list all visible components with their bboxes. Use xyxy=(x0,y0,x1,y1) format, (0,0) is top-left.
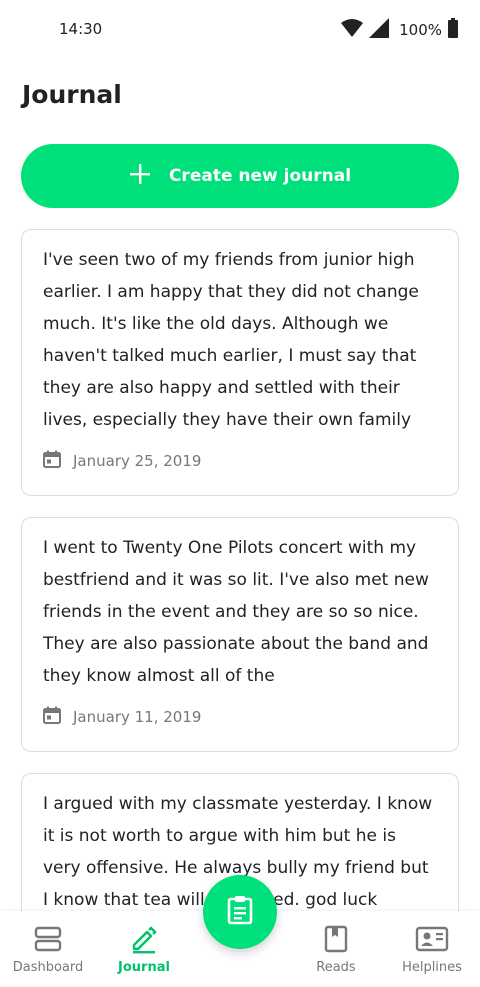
pencil-icon xyxy=(129,924,159,954)
plus-icon xyxy=(129,163,151,190)
battery-percent: 100% xyxy=(399,21,442,39)
wifi-icon xyxy=(341,19,364,41)
status-bar: 14:30 100% xyxy=(0,0,480,58)
nav-label-reads: Reads xyxy=(316,960,356,975)
nav-item-dashboard[interactable]: Dashboard xyxy=(0,911,96,987)
calendar-icon xyxy=(43,450,61,472)
page-title: Journal xyxy=(22,80,122,109)
nav-item-journal[interactable]: Journal xyxy=(96,911,192,987)
journal-entry-text: I've seen two of my friends from junior … xyxy=(43,250,419,430)
nav-label-helplines: Helplines xyxy=(402,960,462,975)
battery-icon xyxy=(448,18,458,42)
journal-entry-card[interactable]: I've seen two of my friends from junior … xyxy=(21,229,459,496)
journal-entry-date: January 11, 2019 xyxy=(73,708,202,726)
journal-entry-date: January 25, 2019 xyxy=(73,452,202,470)
status-time: 14:30 xyxy=(59,20,103,38)
clipboard-icon xyxy=(227,895,253,929)
nav-label-dashboard: Dashboard xyxy=(12,960,84,975)
dashboard-icon xyxy=(34,924,62,954)
journal-entry-date-row: January 25, 2019 xyxy=(43,450,438,472)
signal-icon xyxy=(369,18,390,42)
fab-button[interactable] xyxy=(203,875,277,949)
journal-entry-card[interactable]: I went to Twenty One Pilots concert with… xyxy=(21,517,459,752)
create-journal-button[interactable]: Create new journal xyxy=(21,144,459,208)
status-icons: 100% xyxy=(341,18,458,42)
contacts-icon xyxy=(415,924,449,954)
create-journal-label: Create new journal xyxy=(168,166,352,186)
nav-item-helplines[interactable]: Helplines xyxy=(384,911,480,987)
calendar-icon xyxy=(43,706,61,728)
nav-item-reads[interactable]: Reads xyxy=(288,911,384,987)
book-icon xyxy=(324,924,348,954)
journal-entry-date-row: January 11, 2019 xyxy=(43,706,438,728)
nav-label-journal: Journal xyxy=(118,960,170,975)
journal-entry-text: I went to Twenty One Pilots concert with… xyxy=(43,538,429,686)
